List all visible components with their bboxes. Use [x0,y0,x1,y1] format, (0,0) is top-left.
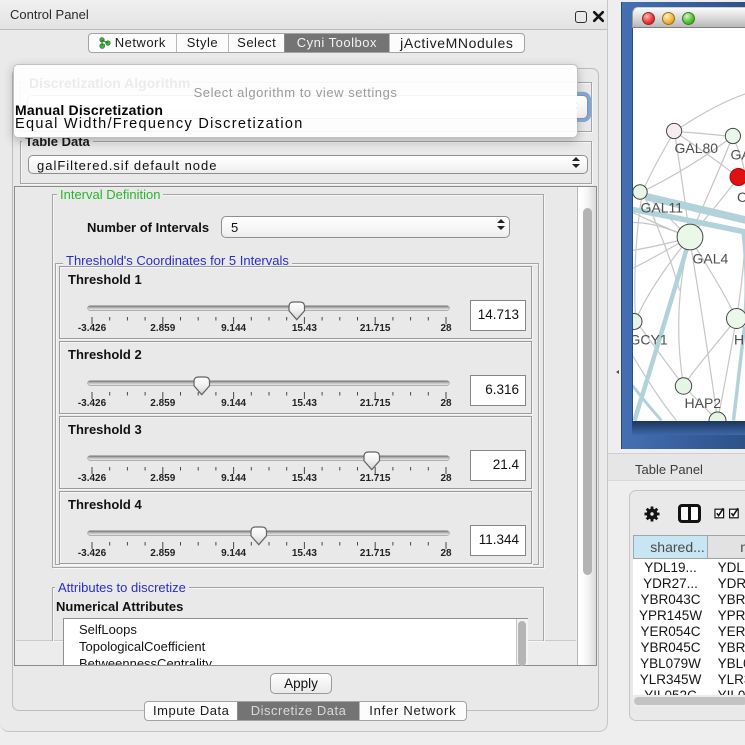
svg-text:GAL80: GAL80 [675,140,719,156]
svg-text:HI: HI [734,331,745,347]
svg-text:GCY1: GCY1 [633,331,668,347]
svg-text:GAL: GAL [731,146,745,162]
svg-text:GAL4: GAL4 [693,250,729,266]
svg-text:HAP2: HAP2 [685,395,722,411]
svg-text:CY: CY [737,189,745,205]
svg-text:GAL11: GAL11 [641,199,684,215]
